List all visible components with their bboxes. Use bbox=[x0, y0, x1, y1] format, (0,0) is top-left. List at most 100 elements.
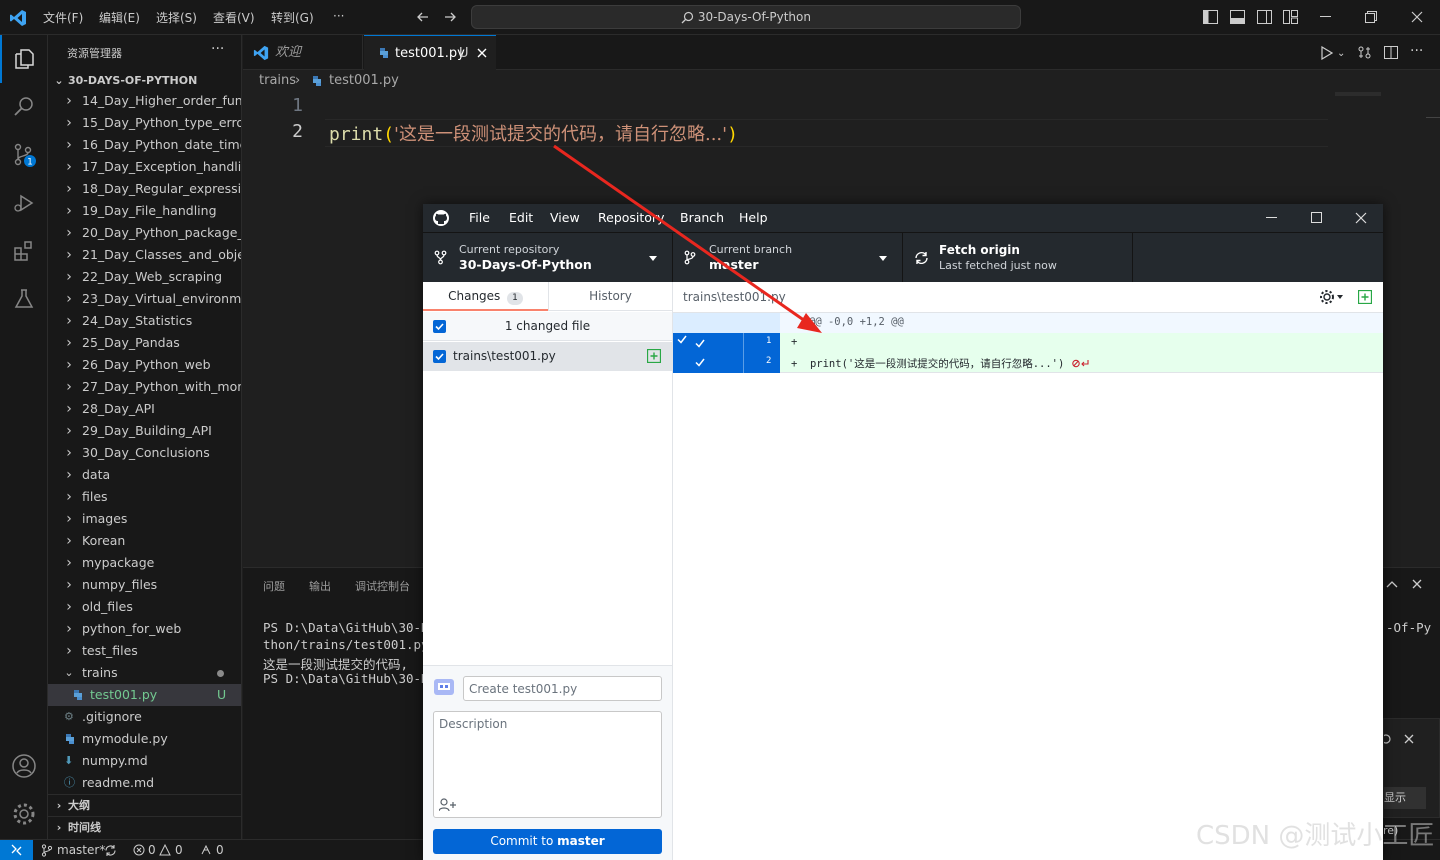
folder-item[interactable]: › 26_Day_Python_web bbox=[48, 354, 241, 376]
folder-item[interactable]: › 28_Day_API bbox=[48, 398, 241, 420]
folder-item[interactable]: › data bbox=[48, 464, 241, 486]
folder-item[interactable]: › images bbox=[48, 508, 241, 530]
folder-item[interactable]: › 18_Day_Regular_expressio... bbox=[48, 178, 241, 200]
minimap[interactable] bbox=[1335, 92, 1381, 96]
file-checkbox[interactable] bbox=[433, 350, 446, 363]
repository-selector[interactable]: Current repository 30-Days-Of-Python bbox=[423, 233, 673, 283]
folder-item[interactable]: › 17_Day_Exception_handling bbox=[48, 156, 241, 178]
commit-description-input[interactable]: Description bbox=[433, 711, 662, 818]
settings-gear-icon[interactable] bbox=[0, 790, 48, 838]
root-file-item[interactable]: ⬇ numpy.md bbox=[48, 750, 241, 772]
account-icon[interactable] bbox=[0, 742, 48, 790]
folder-item[interactable]: › test_files bbox=[48, 640, 241, 662]
breadcrumb-folder[interactable]: trains bbox=[259, 70, 296, 92]
folder-item[interactable]: › old_files bbox=[48, 596, 241, 618]
folder-item[interactable]: › 25_Day_Pandas bbox=[48, 332, 241, 354]
back-arrow-icon[interactable] bbox=[416, 10, 430, 24]
split-editor-icon[interactable] bbox=[1384, 46, 1398, 59]
customize-layout-icon[interactable] bbox=[1283, 10, 1298, 24]
status-warnings[interactable]: 0 bbox=[175, 840, 183, 860]
menu-selection[interactable]: 选择(S) bbox=[156, 9, 197, 26]
folder-item[interactable]: › 22_Day_Web_scraping bbox=[48, 266, 241, 288]
search-view-icon[interactable] bbox=[0, 83, 48, 131]
panel-tab-output[interactable]: 输出 bbox=[309, 578, 331, 594]
command-center[interactable]: 30-Days-Of-Python bbox=[471, 5, 1021, 29]
outline-section[interactable]: › 大纲 bbox=[48, 794, 241, 816]
extensions-icon[interactable] bbox=[0, 227, 48, 275]
folder-item[interactable]: › mypackage bbox=[48, 552, 241, 574]
maximize-panel-icon[interactable] bbox=[1386, 580, 1398, 588]
gh-menu-branch[interactable]: Branch bbox=[680, 210, 724, 225]
branch-selector[interactable]: Current branch master bbox=[673, 233, 903, 283]
folder-item[interactable]: › 27_Day_Python_with_mon... bbox=[48, 376, 241, 398]
minimize-icon[interactable] bbox=[1320, 16, 1331, 17]
commit-button[interactable]: Commit to master bbox=[433, 829, 662, 854]
diff-settings-gear-icon[interactable] bbox=[1320, 289, 1344, 305]
file-test001[interactable]: test001.py U bbox=[48, 684, 241, 706]
folder-item[interactable]: › 23_Day_Virtual_environm... bbox=[48, 288, 241, 310]
run-dropdown-icon[interactable]: ⌄ bbox=[1337, 48, 1345, 59]
add-coauthor-icon[interactable] bbox=[439, 798, 457, 812]
menu-file[interactable]: 文件(F) bbox=[43, 9, 83, 26]
panel-tab-debug-console[interactable]: 调试控制台 bbox=[355, 578, 410, 594]
tab-history[interactable]: History bbox=[548, 282, 672, 311]
menu-view[interactable]: 查看(V) bbox=[213, 9, 255, 26]
editor-more-icon[interactable]: ··· bbox=[1410, 43, 1423, 59]
close-icon[interactable] bbox=[1411, 11, 1423, 23]
remote-indicator[interactable] bbox=[0, 840, 33, 860]
tab-test001[interactable]: test001.py U bbox=[364, 35, 496, 71]
gh-minimize-icon[interactable] bbox=[1266, 217, 1277, 218]
folder-item[interactable]: › 20_Day_Python_package_... bbox=[48, 222, 241, 244]
folder-item[interactable]: › 24_Day_Statistics bbox=[48, 310, 241, 332]
menu-go[interactable]: 转到(G) bbox=[271, 9, 314, 26]
folder-item[interactable]: › 21_Day_Classes_and_obje... bbox=[48, 244, 241, 266]
close-panel-icon[interactable] bbox=[1412, 579, 1422, 589]
folder-item[interactable]: › 16_Day_Python_date_time bbox=[48, 134, 241, 156]
explorer-more-icon[interactable]: ··· bbox=[211, 41, 224, 57]
tab-close-icon[interactable] bbox=[477, 48, 487, 58]
root-file-item[interactable]: ⓘ readme.md bbox=[48, 772, 241, 794]
open-changes-icon[interactable] bbox=[1357, 45, 1372, 60]
gh-menu-view[interactable]: View bbox=[550, 210, 580, 225]
restore-icon[interactable] bbox=[1365, 11, 1377, 23]
workspace-root[interactable]: ⌄ 30-DAYS-OF-PYTHON bbox=[48, 70, 241, 92]
status-branch[interactable]: master* bbox=[57, 840, 105, 860]
line-selection-gutter[interactable]: 1 2 bbox=[673, 333, 780, 373]
root-file-item[interactable]: mymodule.py bbox=[48, 728, 241, 750]
commit-summary-input[interactable]: Create test001.py bbox=[463, 676, 662, 701]
folder-item[interactable]: › python_for_web bbox=[48, 618, 241, 640]
breadcrumb-file[interactable]: test001.py bbox=[329, 70, 399, 92]
folder-item[interactable]: › 15_Day_Python_type_errors bbox=[48, 112, 241, 134]
run-icon[interactable] bbox=[1320, 46, 1333, 60]
explorer-icon[interactable] bbox=[0, 35, 48, 83]
folder-item[interactable]: › 14_Day_Higher_order_fun... bbox=[48, 90, 241, 112]
toggle-panel-icon[interactable] bbox=[1230, 10, 1245, 24]
gh-maximize-icon[interactable] bbox=[1311, 212, 1322, 223]
gh-menu-repository[interactable]: Repository bbox=[598, 210, 664, 225]
folder-item[interactable]: › files bbox=[48, 486, 241, 508]
status-errors[interactable]: 0 bbox=[148, 840, 156, 860]
menu-edit[interactable]: 编辑(E) bbox=[99, 9, 140, 26]
toggle-secondary-sidebar-icon[interactable] bbox=[1257, 10, 1272, 24]
root-file-item[interactable]: ⚙ .gitignore bbox=[48, 706, 241, 728]
fetch-origin-button[interactable]: Fetch origin Last fetched just now bbox=[903, 233, 1133, 283]
folder-item[interactable]: › 29_Day_Building_API bbox=[48, 420, 241, 442]
gh-menu-file[interactable]: File bbox=[469, 210, 490, 225]
toggle-sidebar-icon[interactable] bbox=[1203, 10, 1218, 24]
folder-item[interactable]: › Korean bbox=[48, 530, 241, 552]
timeline-section[interactable]: › 时间线 bbox=[48, 816, 241, 838]
notification-gear-icon[interactable] bbox=[1384, 733, 1394, 745]
status-ports[interactable]: 0 bbox=[216, 840, 224, 860]
notification-button[interactable]: 显示 bbox=[1384, 787, 1426, 809]
folder-item[interactable]: › 19_Day_File_handling bbox=[48, 200, 241, 222]
folder-item[interactable]: › numpy_files bbox=[48, 574, 241, 596]
gh-menu-help[interactable]: Help bbox=[739, 210, 768, 225]
source-control-icon[interactable]: 1 bbox=[0, 131, 48, 179]
forward-arrow-icon[interactable] bbox=[443, 10, 457, 24]
folder-item[interactable]: › 30_Day_Conclusions bbox=[48, 442, 241, 464]
menu-more[interactable]: ··· bbox=[333, 9, 344, 23]
notification-close-icon[interactable] bbox=[1404, 734, 1414, 744]
sync-icon[interactable] bbox=[104, 844, 117, 857]
tab-changes[interactable]: Changes 1 bbox=[423, 282, 548, 311]
folder-trains[interactable]: ⌄ trains bbox=[48, 662, 241, 684]
